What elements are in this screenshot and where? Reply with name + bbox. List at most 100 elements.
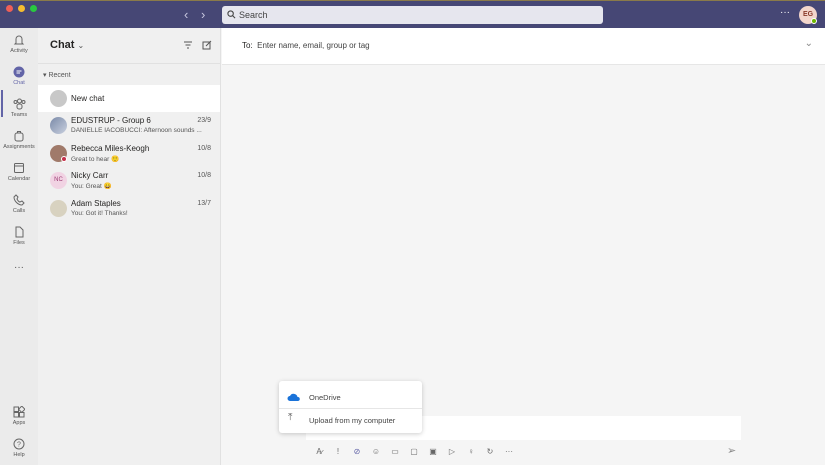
chat-name: EDUSTRUP - Group 6 — [71, 116, 151, 125]
chat-list-item[interactable]: NC Nicky Carr 10/8 You: Great 😄 — [38, 167, 220, 194]
new-chat-icon[interactable] — [202, 40, 212, 50]
chat-date: 13/7 — [197, 200, 211, 207]
chat-list-pane: Chat ⌄ ▾ Recent New chat EDUSTRUP - Grou… — [38, 28, 221, 465]
avatar — [50, 200, 67, 217]
bell-icon — [13, 35, 25, 45]
user-avatar[interactable]: EG — [799, 6, 817, 24]
attach-icon[interactable]: ⊘ — [352, 447, 362, 456]
stream-icon[interactable]: ▷ — [447, 447, 457, 456]
to-field[interactable]: To: Enter name, email, group or tag — [242, 41, 370, 50]
rail-files[interactable]: Files — [0, 226, 38, 246]
maximize-window-button[interactable] — [30, 5, 37, 12]
filter-icon[interactable] — [183, 41, 193, 49]
group-avatar — [50, 117, 67, 134]
menu-item-onedrive[interactable]: OneDrive — [279, 385, 422, 407]
title-bar: ‹ › Search ··· EG — [0, 0, 825, 28]
back-arrow-icon[interactable]: ‹ — [184, 7, 188, 22]
rail-teams[interactable]: Teams — [0, 98, 38, 118]
chat-title: Chat — [50, 39, 75, 51]
close-window-button[interactable] — [6, 5, 13, 12]
sticker-icon[interactable]: ▢ — [409, 447, 419, 456]
onedrive-cloud-icon — [287, 393, 300, 401]
chat-list-item[interactable]: Adam Staples 13/7 You: Got it! Thanks! — [38, 195, 220, 222]
chat-name: Adam Staples — [71, 199, 121, 208]
backpack-icon — [14, 131, 24, 142]
apps-icon — [13, 406, 25, 418]
chat-list-item[interactable]: EDUSTRUP - Group 6 23/9 DANIELLE IACOBUC… — [38, 112, 220, 139]
file-icon — [15, 226, 24, 238]
rail-label: Calendar — [7, 176, 31, 182]
chevron-down-icon: ⌄ — [77, 41, 85, 50]
gif-icon[interactable]: ▭ — [390, 447, 400, 456]
calendar-icon — [14, 163, 24, 173]
rail-label: Apps — [12, 420, 26, 426]
important-icon[interactable]: ! — [333, 447, 343, 456]
praise-icon[interactable]: ♀ — [466, 447, 476, 456]
phone-icon — [13, 194, 25, 206]
menu-item-label: OneDrive — [309, 393, 341, 402]
svg-text:?: ? — [17, 442, 21, 449]
chat-preview: Great to hear 🙂 — [71, 156, 120, 163]
minimize-window-button[interactable] — [18, 5, 25, 12]
new-chat-label: New chat — [71, 94, 105, 103]
avatar — [50, 145, 67, 162]
recipient-bar: To: Enter name, email, group or tag ⌄ — [222, 28, 825, 65]
chat-icon — [13, 66, 25, 78]
avatar-initials: NC — [54, 177, 63, 183]
schedule-meeting-icon[interactable]: ▣ — [428, 447, 438, 456]
emoji-icon[interactable]: ☺ — [371, 447, 381, 456]
rail-label: Activity — [10, 48, 28, 54]
menu-item-label: Upload from my computer — [309, 416, 396, 425]
help-icon: ? — [13, 438, 25, 450]
compose-toolbar: A̷ ! ⊘ ☺ ▭ ▢ ▣ ▷ ♀ ↻ ··· — [314, 445, 514, 457]
divider — [38, 63, 220, 64]
menu-item-upload[interactable]: ⤒ Upload from my computer — [279, 408, 422, 430]
search-placeholder: Search — [239, 10, 268, 20]
user-initials: EG — [802, 11, 814, 18]
more-options-icon[interactable]: ··· — [504, 447, 514, 456]
more-options-button[interactable]: ··· — [780, 7, 790, 18]
rail-label: Assignments — [3, 144, 35, 150]
chat-date: 23/9 — [197, 117, 211, 124]
teams-icon — [13, 98, 25, 110]
rail-label: Help — [13, 452, 25, 458]
chat-name: Rebecca Miles-Keogh — [71, 144, 150, 153]
section-label: Recent — [48, 72, 71, 79]
rail-label: Calls — [12, 208, 26, 214]
presence-busy-icon — [61, 156, 67, 162]
chat-date: 10/8 — [197, 145, 211, 152]
more-apps-button[interactable]: ··· — [0, 262, 38, 273]
app-rail: Activity Chat Teams Assignments Calendar… — [0, 28, 38, 465]
forward-arrow-icon[interactable]: › — [201, 7, 205, 22]
person-placeholder-icon — [50, 90, 67, 107]
recent-section-toggle[interactable]: ▾ Recent — [43, 71, 71, 79]
chat-preview: You: Great 😄 — [71, 183, 112, 190]
rail-label: Files — [13, 240, 25, 246]
rail-chat[interactable]: Chat — [0, 66, 38, 86]
rail-calls[interactable]: Calls — [0, 194, 38, 214]
send-icon[interactable]: ➢ — [727, 444, 736, 457]
rail-assignments[interactable]: Assignments — [0, 130, 38, 150]
rail-label: Teams — [10, 112, 28, 118]
presence-available-icon — [811, 18, 817, 24]
chat-preview: You: Got it! Thanks! — [71, 210, 128, 217]
chat-name: Nicky Carr — [71, 171, 109, 180]
rail-calendar[interactable]: Calendar — [0, 162, 38, 182]
rail-help[interactable]: ? Help — [0, 438, 38, 458]
rail-activity[interactable]: Activity — [0, 34, 38, 54]
chat-date: 10/8 — [197, 172, 211, 179]
expand-chevron-icon[interactable]: ⌄ — [805, 38, 813, 49]
attach-menu: OneDrive ⤒ Upload from my computer — [279, 381, 422, 433]
chat-title-dropdown[interactable]: Chat ⌄ — [50, 39, 84, 51]
loop-icon[interactable]: ↻ — [485, 447, 495, 456]
rail-apps[interactable]: Apps — [0, 406, 38, 426]
search-icon — [227, 10, 236, 19]
format-icon[interactable]: A̷ — [314, 447, 324, 456]
avatar: NC — [50, 172, 67, 189]
to-label: To: — [242, 41, 253, 50]
rail-label: Chat — [13, 80, 25, 86]
to-placeholder: Enter name, email, group or tag — [257, 41, 370, 50]
new-chat-item[interactable]: New chat — [38, 85, 220, 112]
chat-list-item[interactable]: Rebecca Miles-Keogh 10/8 Great to hear 🙂 — [38, 140, 220, 167]
search-input[interactable]: Search — [222, 6, 603, 24]
